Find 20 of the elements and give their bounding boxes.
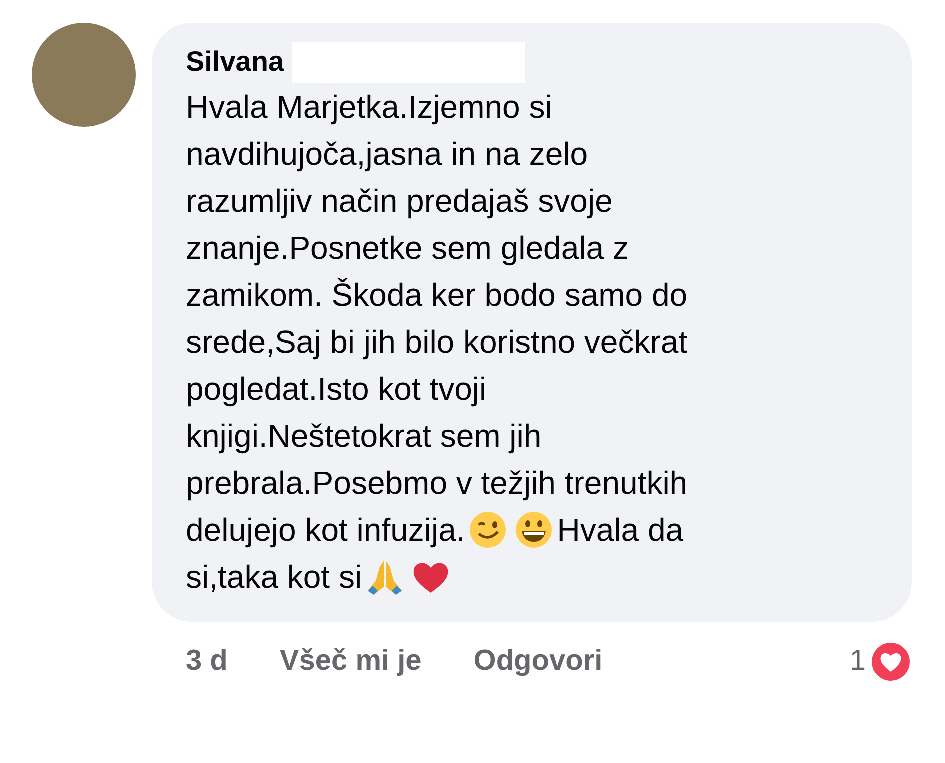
author-name[interactable]: Silvana bbox=[186, 41, 284, 83]
like-link[interactable]: Všeč mi je bbox=[280, 640, 422, 684]
comment-text: znanje.Posnetke sem gledala z bbox=[186, 228, 629, 268]
comment-text: navdihujoča,jasna in na zelo bbox=[186, 134, 588, 174]
grinning-face-icon bbox=[514, 510, 554, 550]
comment-text: pogledat.Isto kot tvoji bbox=[186, 370, 487, 409]
comment-text: srede,Saj bi jih bilo koristno večkrat bbox=[186, 322, 688, 362]
reaction-count[interactable]: 1 bbox=[850, 640, 866, 684]
comment-text: razumljiv način predajaš svoje bbox=[186, 182, 613, 221]
winking-face-icon bbox=[468, 510, 508, 550]
comment-text: prebrala.Posebmo v težjih trenutkih bbox=[186, 464, 688, 503]
comment-text: Hvala Marjetka.Izjemno si bbox=[186, 88, 552, 127]
comment-text: zamikom. Škoda ker bodo samo do bbox=[186, 276, 688, 314]
comment-time[interactable]: 3 d bbox=[186, 640, 228, 684]
comment-text: si,taka kot si bbox=[186, 558, 362, 596]
reply-link[interactable]: Odgovori bbox=[474, 640, 603, 684]
comment-text: knjigi.Neštetokrat sem jih bbox=[186, 416, 542, 456]
comment-text: delujejo kot infuzija. bbox=[186, 510, 466, 550]
heart-reaction-icon[interactable] bbox=[870, 641, 912, 683]
comment-text: Hvala da bbox=[557, 510, 684, 550]
